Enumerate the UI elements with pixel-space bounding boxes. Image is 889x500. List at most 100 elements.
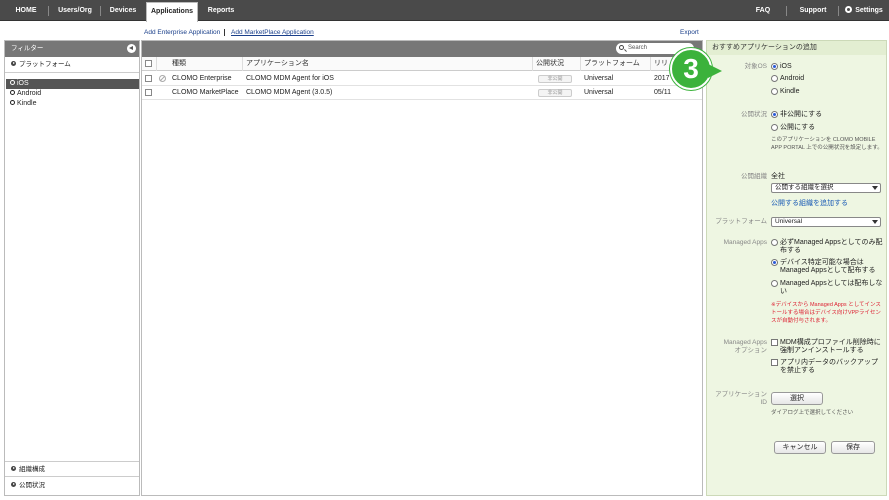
radio-label: デバイス特定可能な場合はManaged Appsとして配布する bbox=[780, 259, 876, 274]
column-header-name[interactable]: アプリケーション名 bbox=[246, 57, 309, 71]
radio-managed-if-identifiable[interactable] bbox=[771, 259, 778, 266]
nav-divider bbox=[786, 6, 787, 16]
radio-label: 公開にする bbox=[780, 124, 816, 131]
column-header-platform[interactable]: プラットフォーム bbox=[584, 57, 640, 71]
add-recommended-app-panel: おすすめアプリケーションの追加 対象OS iOS Android Kindle … bbox=[706, 40, 887, 496]
publish-status-label: 公開状況 bbox=[741, 111, 767, 118]
add-org-link[interactable]: 公開する組織を追加する bbox=[771, 198, 848, 208]
radio-not-managed[interactable] bbox=[771, 280, 778, 287]
collapse-icon[interactable] bbox=[127, 44, 136, 53]
sidebar-item-label: iOS bbox=[17, 80, 29, 87]
nav-home[interactable]: HOME bbox=[6, 0, 46, 21]
step-arrow-icon bbox=[708, 64, 722, 78]
select-note: ダイアログ上で選択してください bbox=[771, 410, 854, 416]
managed-option-label: Managed Apps bbox=[723, 339, 767, 346]
expand-icon bbox=[11, 466, 16, 471]
status-badge: 非公開 bbox=[538, 89, 572, 97]
nav-divider bbox=[838, 6, 839, 16]
column-header-status[interactable]: 公開状況 bbox=[536, 57, 564, 71]
radio-icon bbox=[10, 80, 15, 85]
nav-users-org[interactable]: Users/Org bbox=[52, 0, 98, 21]
force-uninstall-checkbox[interactable] bbox=[771, 339, 778, 346]
org-select[interactable]: 公開する組織を選択 bbox=[771, 183, 881, 193]
column-header-type[interactable]: 種類 bbox=[172, 57, 186, 71]
row-checkbox[interactable] bbox=[145, 75, 152, 82]
panel-title: おすすめアプリケーションの追加 bbox=[707, 41, 886, 55]
sidebar-item-android[interactable]: Android bbox=[6, 89, 139, 99]
publish-note: このアプリケーションを CLOMO MOBILE APP PORTAL 上での公… bbox=[771, 137, 883, 151]
expand-icon bbox=[11, 61, 16, 66]
table-row[interactable]: CLOMO Enterprise CLOMO MDM Agent for iOS… bbox=[142, 72, 702, 86]
row-type: CLOMO Enterprise bbox=[172, 75, 232, 82]
column-divider bbox=[650, 57, 651, 71]
step-badge: 3 bbox=[670, 48, 712, 90]
platform-select[interactable]: Universal bbox=[771, 217, 881, 227]
row-release: 05/11 bbox=[654, 89, 671, 96]
radio-label: Managed Appsとしては配布しない bbox=[780, 280, 883, 295]
nav-settings[interactable]: Settings bbox=[843, 0, 885, 21]
row-platform: Universal bbox=[584, 89, 614, 96]
add-marketplace-link[interactable]: Add MarketPlace Application bbox=[231, 29, 314, 36]
no-backup-checkbox[interactable] bbox=[771, 359, 778, 366]
platform-section[interactable]: プラットフォーム bbox=[5, 57, 139, 73]
expand-icon bbox=[11, 482, 16, 487]
app-id-label-2: ID bbox=[760, 399, 768, 406]
radio-os-android[interactable] bbox=[771, 75, 778, 82]
select-all-checkbox[interactable] bbox=[145, 60, 152, 67]
row-type: CLOMO MarketPlace bbox=[172, 89, 239, 96]
sidebar-item-label: Android bbox=[17, 90, 42, 97]
sidebar-item-kindle[interactable]: Kindle bbox=[6, 99, 139, 109]
radio-public[interactable] bbox=[771, 124, 778, 131]
row-release: 2017 bbox=[654, 75, 670, 82]
radio-private[interactable] bbox=[771, 111, 778, 118]
checkbox-label: アプリ内データのバックアップを禁止する bbox=[780, 359, 878, 374]
top-nav-bar: HOME Users/Org Devices Applications Repo… bbox=[0, 0, 889, 22]
platform-section-label: プラットフォーム bbox=[19, 61, 71, 68]
managed-note: ※デバイスから Managed Apps としてインストールする場合はデバイス向… bbox=[771, 302, 881, 324]
org-section-label: 組織構成 bbox=[19, 466, 45, 473]
row-app-name[interactable]: CLOMO MDM Agent (3.0.5) bbox=[246, 86, 526, 100]
select-app-button[interactable]: 選択 bbox=[771, 392, 823, 405]
nav-support[interactable]: Support bbox=[794, 0, 832, 21]
save-button[interactable]: 保存 bbox=[831, 441, 875, 454]
table-header: 種類 アプリケーション名 公開状況 プラットフォーム リリ bbox=[142, 57, 702, 71]
org-section[interactable]: 組織構成 bbox=[5, 461, 139, 477]
table-row[interactable]: CLOMO MarketPlace CLOMO MDM Agent (3.0.5… bbox=[142, 86, 702, 100]
radio-managed-only[interactable] bbox=[771, 239, 778, 246]
radio-os-ios[interactable] bbox=[771, 63, 778, 70]
filter-title: フィルター bbox=[11, 45, 44, 52]
radio-icon bbox=[10, 90, 15, 95]
sidebar-item-ios[interactable]: iOS bbox=[6, 79, 139, 89]
filter-header: フィルター bbox=[5, 41, 139, 57]
filter-sidebar: フィルター プラットフォーム iOS Android Kindle 組織構成 公… bbox=[4, 40, 140, 496]
table-toolbar: Search bbox=[142, 41, 702, 57]
disabled-icon bbox=[159, 75, 166, 82]
nav-divider bbox=[100, 6, 101, 16]
publish-section[interactable]: 公開状況 bbox=[5, 478, 139, 494]
publish-section-label: 公開状況 bbox=[19, 482, 45, 489]
export-link[interactable]: Export bbox=[680, 29, 699, 36]
radio-label: Android bbox=[780, 75, 805, 82]
nav-applications[interactable]: Applications bbox=[146, 2, 198, 22]
application-table-panel: Search 種類 アプリケーション名 公開状況 プラットフォーム リリ CLO… bbox=[141, 40, 703, 496]
radio-label: iOS bbox=[780, 63, 792, 70]
managed-apps-label: Managed Apps bbox=[723, 239, 767, 246]
checkbox-label: MDM構成プロファイル削除時に強制アンインストールする bbox=[780, 339, 881, 354]
radio-os-kindle[interactable] bbox=[771, 88, 778, 95]
cancel-button[interactable]: キャンセル bbox=[774, 441, 826, 454]
platform-select-value: Universal bbox=[775, 218, 803, 225]
column-divider bbox=[580, 57, 581, 71]
nav-faq[interactable]: FAQ bbox=[748, 0, 778, 21]
nav-reports[interactable]: Reports bbox=[201, 0, 241, 21]
column-header-release[interactable]: リリ bbox=[654, 57, 668, 71]
column-divider bbox=[156, 57, 157, 71]
row-app-name[interactable]: CLOMO MDM Agent for iOS bbox=[246, 72, 526, 86]
nav-devices[interactable]: Devices bbox=[103, 0, 143, 21]
add-enterprise-link[interactable]: Add Enterprise Application bbox=[144, 29, 220, 36]
org-select-value: 公開する組織を選択 bbox=[775, 184, 834, 191]
sidebar-item-label: Kindle bbox=[17, 100, 37, 107]
org-value: 全社 bbox=[771, 173, 785, 180]
row-checkbox[interactable] bbox=[145, 89, 152, 96]
nav-settings-label: Settings bbox=[855, 7, 883, 14]
app-id-label: アプリケーション bbox=[715, 391, 767, 398]
